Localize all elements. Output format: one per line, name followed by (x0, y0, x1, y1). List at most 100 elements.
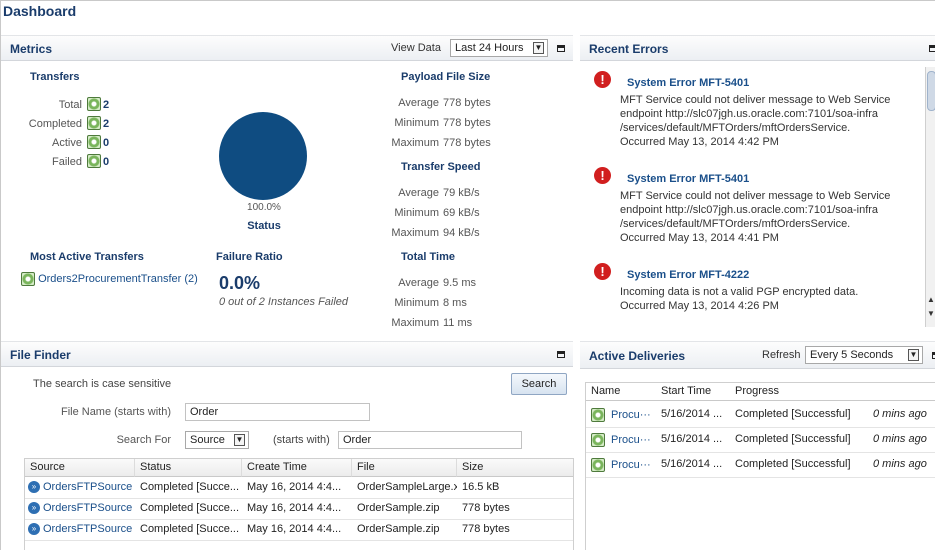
source-link[interactable]: » OrdersFTPSource (25, 499, 135, 519)
delivery-name-text[interactable]: Procu··· (611, 409, 651, 421)
total_time-label: Maximum (391, 317, 439, 329)
chevron-down-icon: ▼ (533, 42, 544, 54)
error-title[interactable]: System Error MFT-4222 (627, 269, 749, 281)
transfer-gear-icon (87, 154, 101, 168)
delivery-start-time: 5/16/2014 ... (661, 433, 723, 445)
speed-value: 79 kB/s (443, 187, 480, 199)
most-active-link[interactable]: Orders2ProcurementTransfer (2) (38, 273, 198, 285)
recent-errors-list: ! System Error MFT-5401 MFT Service could … (580, 65, 925, 330)
starts-with-input[interactable]: Order (338, 431, 522, 449)
payload-label: Maximum (391, 137, 439, 149)
table-cell: 16.5 kB (462, 481, 500, 493)
table-cell: 778 bytes (462, 523, 510, 535)
error-detail-line: MFT Service could not deliver message to… (620, 190, 891, 202)
view-data-select[interactable]: Last 24 Hours ▼ (450, 39, 548, 57)
table-row[interactable]: » OrdersFTPSource Completed [Succe... May 1… (25, 499, 573, 520)
source-name[interactable]: OrdersFTPSource (43, 523, 132, 535)
delivery-name-text[interactable]: Procu··· (611, 434, 651, 446)
failure-ratio-sub: 0 out of 2 Instances Failed (219, 296, 349, 308)
payload-label: Minimum (394, 117, 439, 129)
pie-status-label: Status (247, 220, 281, 232)
error-detail-line: /services/default/MFTOrders/mftOrdersSer… (620, 218, 851, 230)
delivery-start-time: 5/16/2014 ... (661, 408, 723, 420)
delivery-name[interactable]: Procu··· (586, 455, 656, 475)
most-active-item[interactable]: Orders2ProcurementTransfer (2) (21, 272, 206, 286)
deliveries-col-header[interactable]: Progress (730, 383, 935, 401)
finder-col-header[interactable]: File (352, 459, 457, 477)
transfer-row: Failed 0 (21, 154, 141, 172)
maximize-icon[interactable] (929, 45, 935, 52)
finder-col-header[interactable]: Create Time (242, 459, 352, 477)
delivery-progress: Completed [Successful] (735, 408, 851, 420)
delivery-gear-icon (591, 458, 605, 472)
search-button[interactable]: Search (511, 373, 567, 395)
source-link[interactable]: » OrdersFTPSource (25, 478, 135, 498)
speed-label: Minimum (394, 207, 439, 219)
transfer-gear-icon (87, 97, 101, 111)
transfer-row: Completed 2 (21, 116, 141, 134)
error-detail-line: endpoint http://slc07jgh.us.oracle.com:7… (620, 204, 879, 216)
active-deliveries-header: Active Deliveries Refresh Every 5 Second… (580, 341, 935, 369)
delivery-name[interactable]: Procu··· (586, 430, 656, 450)
case-note: The search is case sensitive (33, 378, 172, 390)
delivery-gear-icon (591, 408, 605, 422)
error-detail-line: MFT Service could not deliver message to… (620, 94, 891, 106)
table-cell: 778 bytes (462, 502, 510, 514)
source-arrow-icon: » (28, 481, 40, 494)
transfer-label: Total (58, 99, 82, 111)
finder-col-header[interactable]: Source (25, 459, 135, 477)
error-title[interactable]: System Error MFT-5401 (627, 77, 749, 89)
total-time-title: Total Time (401, 251, 455, 263)
error-icon: ! (594, 263, 611, 280)
transfer-count[interactable]: 2 (103, 118, 109, 130)
search-for-select[interactable]: Source ▼ (185, 431, 249, 449)
table-row[interactable]: » OrdersFTPSource Completed [Succe... May 1… (25, 478, 573, 499)
transfer-count[interactable]: 0 (103, 137, 109, 149)
table-row[interactable]: Procu··· 5/16/2014 ... Completed [Successf… (586, 453, 935, 478)
table-cell: Completed [Succe... (140, 523, 240, 535)
transfer-count[interactable]: 0 (103, 156, 109, 168)
source-name[interactable]: OrdersFTPSource (43, 502, 132, 514)
source-name[interactable]: OrdersFTPSource (43, 481, 132, 493)
maximize-icon[interactable] (557, 351, 565, 358)
deliveries-col-header[interactable]: Start Time (656, 383, 730, 401)
transfer-gear-icon (87, 116, 101, 130)
status-pie (219, 112, 307, 200)
chevron-down-icon: ▼ (908, 349, 919, 361)
errors-scroll-thumb[interactable] (927, 71, 935, 111)
failure-ratio-value: 0.0% (219, 273, 261, 293)
table-cell: OrderSample.zip (357, 502, 440, 514)
deliveries-col-header[interactable]: Name (586, 383, 656, 401)
delivery-name-text[interactable]: Procu··· (611, 459, 651, 471)
speed-value: 94 kB/s (443, 227, 480, 239)
file-name-label: File Name (starts with) (60, 406, 171, 418)
scroll-up-icon[interactable]: ▲ (927, 295, 935, 304)
error-icon: ! (594, 71, 611, 88)
transfer-gear-icon (21, 272, 35, 286)
delivery-gear-icon (591, 433, 605, 447)
table-row[interactable]: Procu··· 5/16/2014 ... Completed [Successf… (586, 403, 935, 428)
error-title[interactable]: System Error MFT-5401 (627, 173, 749, 185)
source-link[interactable]: » OrdersFTPSource (25, 520, 135, 540)
errors-scrollbar[interactable]: ▲ ▼ (925, 67, 935, 327)
payload-value: 778 bytes (443, 117, 491, 129)
finder-col-header[interactable]: Size (457, 459, 573, 477)
payload-title: Payload File Size (401, 71, 491, 83)
table-cell: Completed [Succe... (140, 502, 240, 514)
table-row[interactable]: » OrdersFTPSource Completed [Succe... May 1… (25, 520, 573, 541)
delivery-name[interactable]: Procu··· (586, 405, 656, 425)
maximize-icon[interactable] (557, 45, 565, 52)
starts-with-label: (starts with) (273, 434, 330, 446)
refresh-select[interactable]: Every 5 Seconds ▼ (805, 346, 923, 364)
scroll-down-icon[interactable]: ▼ (927, 309, 935, 318)
view-data-value: Last 24 Hours (455, 42, 524, 54)
dashboard: Dashboard Metrics View Data Last 24 Hour… (0, 0, 935, 550)
transfer-row: Active 0 (21, 135, 141, 153)
refresh-value: Every 5 Seconds (810, 349, 894, 361)
transfer-count[interactable]: 2 (103, 99, 109, 111)
table-row[interactable]: Procu··· 5/16/2014 ... Completed [Successf… (586, 428, 935, 453)
recent-errors-title: Recent Errors (589, 42, 669, 56)
file-name-input[interactable]: Order (185, 403, 370, 421)
table-cell: OrderSample.zip (357, 523, 440, 535)
finder-col-header[interactable]: Status (135, 459, 242, 477)
